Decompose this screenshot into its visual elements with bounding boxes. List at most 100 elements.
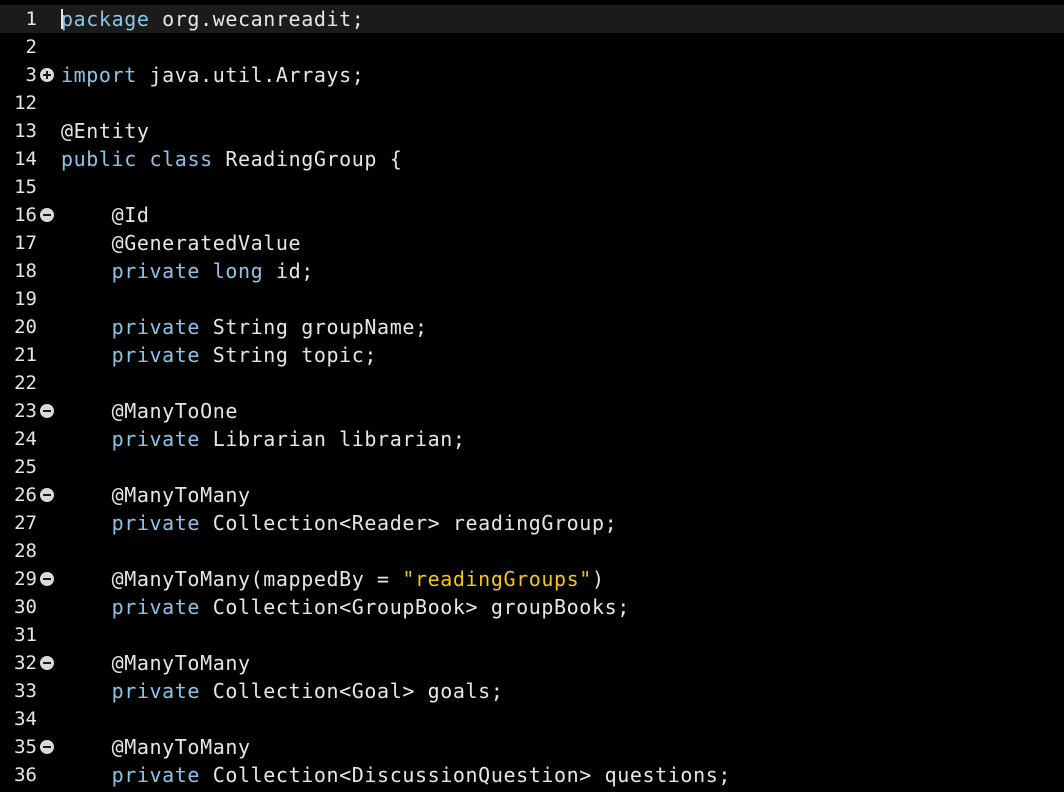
code-token: ReadingGroup { [212, 147, 403, 171]
code-text: import java.util.Arrays; [61, 61, 364, 89]
code-line[interactable]: 32 @ManyToMany [0, 649, 1064, 677]
collapse-fold-icon[interactable] [40, 572, 54, 586]
collapse-fold-icon[interactable] [40, 656, 54, 670]
code-line[interactable]: 24 private Librarian librarian; [0, 425, 1064, 453]
code-text: private Librarian librarian; [61, 425, 466, 453]
code-token: String topic; [200, 343, 378, 367]
line-number: 16 [14, 204, 37, 226]
code-token: @ManyToOne [111, 399, 238, 423]
keyword-token: class [149, 147, 213, 171]
code-token: Collection<Reader> readingGroup; [200, 511, 618, 535]
line-number: 3 [25, 64, 37, 86]
keyword-token: private [111, 679, 201, 703]
keyword-token: private [111, 763, 201, 787]
code-token: Collection<DiscussionQuestion> questions… [200, 763, 732, 787]
code-text: private String topic; [61, 341, 377, 369]
code-line[interactable]: 20 private String groupName; [0, 313, 1064, 341]
code-line[interactable]: 13 @Entity [0, 117, 1064, 145]
code-line[interactable]: 17 @GeneratedValue [0, 229, 1064, 257]
code-token: Librarian librarian; [200, 427, 466, 451]
code-line[interactable]: 31 [0, 621, 1064, 649]
code-line[interactable]: 19 [0, 285, 1064, 313]
keyword-token: private [111, 427, 201, 451]
code-line[interactable]: 29 @ManyToMany(mappedBy = "readingGroups… [0, 565, 1064, 593]
line-number: 34 [14, 708, 37, 730]
code-token: @ManyToMany [111, 483, 251, 507]
code-line[interactable]: 2 [0, 33, 1064, 61]
line-number: 32 [14, 652, 37, 674]
code-line[interactable]: 28 [0, 537, 1064, 565]
collapse-fold-icon[interactable] [40, 404, 54, 418]
code-text: @ManyToMany(mappedBy = "readingGroups") [61, 565, 605, 593]
code-line[interactable]: 15 [0, 173, 1064, 201]
code-text: @Id [61, 201, 150, 229]
code-text: @GeneratedValue [61, 229, 301, 257]
code-line[interactable]: 22 [0, 369, 1064, 397]
keyword-token: public [61, 147, 137, 171]
line-number: 36 [14, 764, 37, 786]
code-text: package org.wecanreadit; [61, 5, 364, 33]
code-line[interactable]: 30 private Collection<GroupBook> groupBo… [0, 593, 1064, 621]
expand-fold-icon[interactable] [40, 68, 54, 82]
code-text: private Collection<Reader> readingGroup; [61, 509, 617, 537]
code-line[interactable]: 36 private Collection<DiscussionQuestion… [0, 761, 1064, 789]
code-line[interactable]: 3 import java.util.Arrays; [0, 61, 1064, 89]
code-line[interactable]: 1 package org.wecanreadit; [0, 5, 1064, 33]
string-token: "readingGroups" [402, 567, 592, 591]
code-token: id; [263, 259, 314, 283]
line-number: 22 [14, 372, 37, 394]
code-line[interactable]: 16 @Id [0, 201, 1064, 229]
collapse-fold-icon[interactable] [40, 740, 54, 754]
keyword-token: private [111, 595, 201, 619]
code-line[interactable]: 34 [0, 705, 1064, 733]
code-token: @ManyToMany [111, 651, 251, 675]
line-number: 1 [25, 8, 37, 30]
line-number: 13 [14, 120, 37, 142]
code-line[interactable]: 35 @ManyToMany [0, 733, 1064, 761]
line-number: 35 [14, 736, 37, 758]
line-number: 21 [14, 344, 37, 366]
code-text: @ManyToMany [61, 733, 251, 761]
keyword-token: long [212, 259, 264, 283]
line-number: 12 [14, 92, 37, 114]
line-number: 2 [25, 36, 37, 58]
code-token: @ManyToMany(mappedBy = [111, 567, 403, 591]
code-line[interactable]: 18 private long id; [0, 257, 1064, 285]
line-number: 20 [14, 316, 37, 338]
code-line[interactable]: 27 private Collection<Reader> readingGro… [0, 509, 1064, 537]
code-token: @Entity [61, 119, 150, 143]
code-token: java.util.Arrays; [136, 63, 365, 87]
line-number: 25 [14, 456, 37, 478]
code-line[interactable]: 25 [0, 453, 1064, 481]
code-token: org.wecanreadit; [149, 7, 365, 31]
line-number: 26 [14, 484, 37, 506]
code-text: private Collection<DiscussionQuestion> q… [61, 761, 731, 789]
code-line[interactable]: 23 @ManyToOne [0, 397, 1064, 425]
keyword-token: private [111, 343, 201, 367]
code-text: @ManyToMany [61, 649, 251, 677]
keyword-token: private [111, 259, 201, 283]
line-number: 28 [14, 540, 37, 562]
line-number: 23 [14, 400, 37, 422]
line-number: 33 [14, 680, 37, 702]
code-text: private Collection<GroupBook> groupBooks… [61, 593, 630, 621]
collapse-fold-icon[interactable] [40, 208, 54, 222]
code-text: @Entity [61, 117, 150, 145]
code-editor[interactable]: 1 package org.wecanreadit; 2 3 import java.u… [0, 0, 1064, 792]
code-token: @Id [111, 203, 150, 227]
code-line[interactable]: 33 private Collection<Goal> goals; [0, 677, 1064, 705]
line-number: 27 [14, 512, 37, 534]
line-number: 30 [14, 596, 37, 618]
code-line[interactable]: 26 @ManyToMany [0, 481, 1064, 509]
code-token: Collection<GroupBook> groupBooks; [200, 595, 630, 619]
line-number: 24 [14, 428, 37, 450]
code-line[interactable]: 12 [0, 89, 1064, 117]
line-number: 29 [14, 568, 37, 590]
code-token: ) [591, 567, 605, 591]
collapse-fold-icon[interactable] [40, 488, 54, 502]
code-token: @ManyToMany [111, 735, 251, 759]
code-line[interactable]: 14 public class ReadingGroup { [0, 145, 1064, 173]
code-line[interactable]: 21 private String topic; [0, 341, 1064, 369]
code-token: @GeneratedValue [111, 231, 302, 255]
